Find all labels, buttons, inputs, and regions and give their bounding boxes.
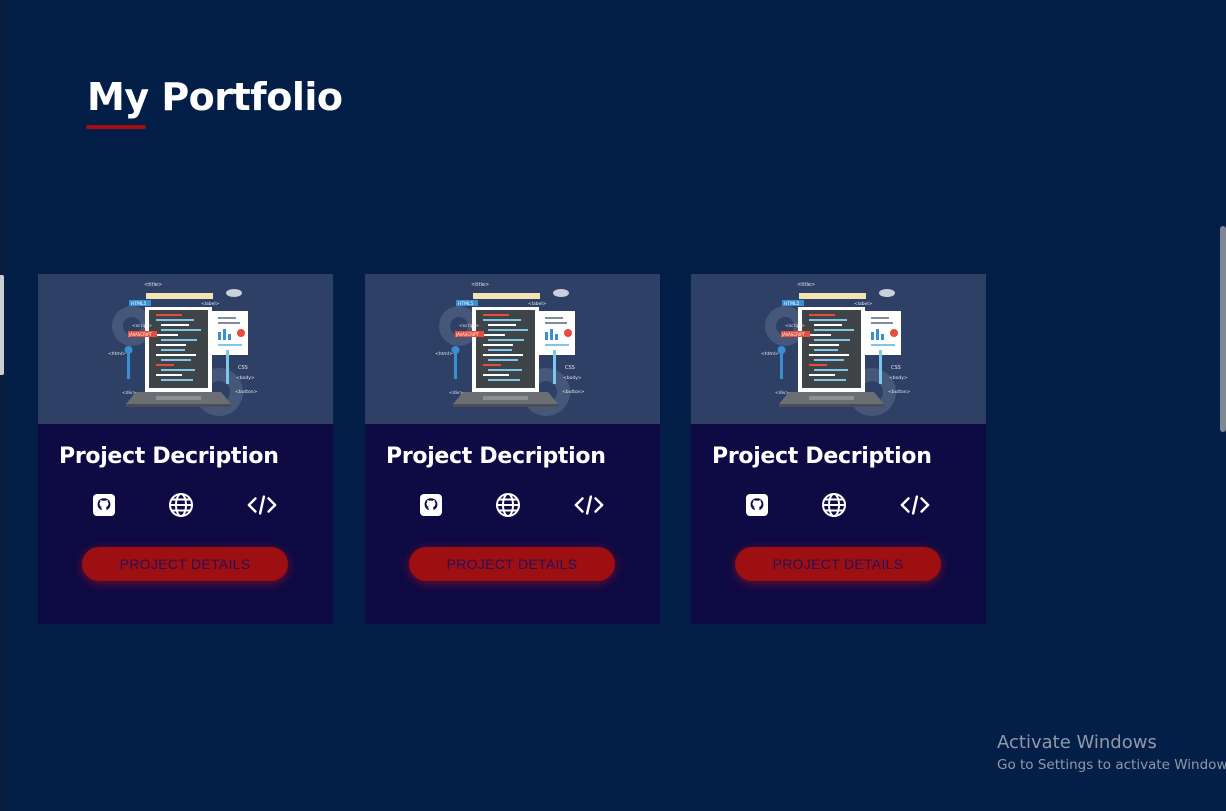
image-label: <body> — [889, 375, 908, 381]
image-label: <script> — [132, 323, 152, 329]
image-label: <button> — [235, 389, 258, 395]
project-image: <title> HTML5 <label> <script> JAVASCRIP… — [365, 274, 660, 424]
project-image: <title> HTML5 <label> <script> JAVASCRIP… — [38, 274, 333, 424]
image-label: JAVASCRIPT — [455, 332, 480, 337]
project-image: <title> HTML5 <label> <script> JAVASCRIP… — [691, 274, 986, 424]
globe-icon[interactable] — [493, 490, 523, 520]
github-icon[interactable] — [416, 490, 446, 520]
image-label: <button> — [562, 389, 585, 395]
image-label: <button> — [888, 389, 911, 395]
code-icon[interactable] — [247, 490, 277, 520]
project-title: Project Decription — [59, 444, 279, 469]
image-label: JAVASCRIPT — [781, 332, 806, 337]
image-label: <html> — [108, 351, 126, 357]
github-icon[interactable] — [742, 490, 772, 520]
project-details-button[interactable]: PROJECT DETAILS — [735, 547, 941, 581]
left-edge-handle[interactable] — [0, 275, 4, 375]
image-label: <label> — [854, 301, 873, 307]
project-details-button[interactable]: PROJECT DETAILS — [409, 547, 615, 581]
project-title: Project Decription — [712, 444, 932, 469]
project-card: <title> HTML5 <label> <script> JAVASCRIP… — [38, 274, 333, 624]
image-label: <title> — [471, 282, 489, 288]
project-card: <title> HTML5 <label> <script> JAVASCRIP… — [365, 274, 660, 624]
image-label: <title> — [797, 282, 815, 288]
image-label: HTML5 — [131, 301, 147, 307]
image-label: <label> — [528, 301, 547, 307]
github-icon[interactable] — [89, 490, 119, 520]
project-links — [691, 490, 986, 520]
image-label: <body> — [563, 375, 582, 381]
project-links — [38, 490, 333, 520]
portfolio-heading: My Portfolio — [87, 75, 343, 119]
image-label: <body> — [236, 375, 255, 381]
globe-icon[interactable] — [819, 490, 849, 520]
watermark-title: Activate Windows — [997, 732, 1157, 753]
image-label: <html> — [435, 351, 453, 357]
project-details-button[interactable]: PROJECT DETAILS — [82, 547, 288, 581]
project-title: Project Decription — [386, 444, 606, 469]
left-edge-strip — [0, 0, 6, 811]
image-label: HTML5 — [784, 301, 800, 307]
image-label: <title> — [144, 282, 162, 288]
heading-underline — [86, 125, 146, 129]
windows-activation-watermark: Activate Windows Go to Settings to activ… — [997, 732, 1226, 775]
image-label: CSS — [565, 365, 575, 371]
coding-illustration: <title> HTML5 <label> <script> JAVASCRIP… — [435, 282, 585, 416]
image-label: JAVASCRIPT — [128, 332, 153, 337]
coding-illustration: <title> HTML5 <label> <script> JAVASCRIP… — [108, 282, 258, 416]
image-label: HTML5 — [458, 301, 474, 307]
project-links — [365, 490, 660, 520]
coding-illustration: <title> HTML5 <label> <script> JAVASCRIP… — [761, 282, 911, 416]
image-label: <script> — [785, 323, 805, 329]
globe-icon[interactable] — [166, 490, 196, 520]
image-label: CSS — [238, 365, 248, 371]
image-label: <html> — [761, 351, 779, 357]
image-label: CSS — [891, 365, 901, 371]
code-icon[interactable] — [900, 490, 930, 520]
code-icon[interactable] — [574, 490, 604, 520]
image-label: <label> — [201, 301, 220, 307]
project-card: <title> HTML5 <label> <script> JAVASCRIP… — [691, 274, 986, 624]
watermark-subtitle: Go to Settings to activate Windows. — [997, 757, 1226, 773]
vertical-scrollbar[interactable] — [1220, 226, 1226, 432]
image-label: <script> — [459, 323, 479, 329]
